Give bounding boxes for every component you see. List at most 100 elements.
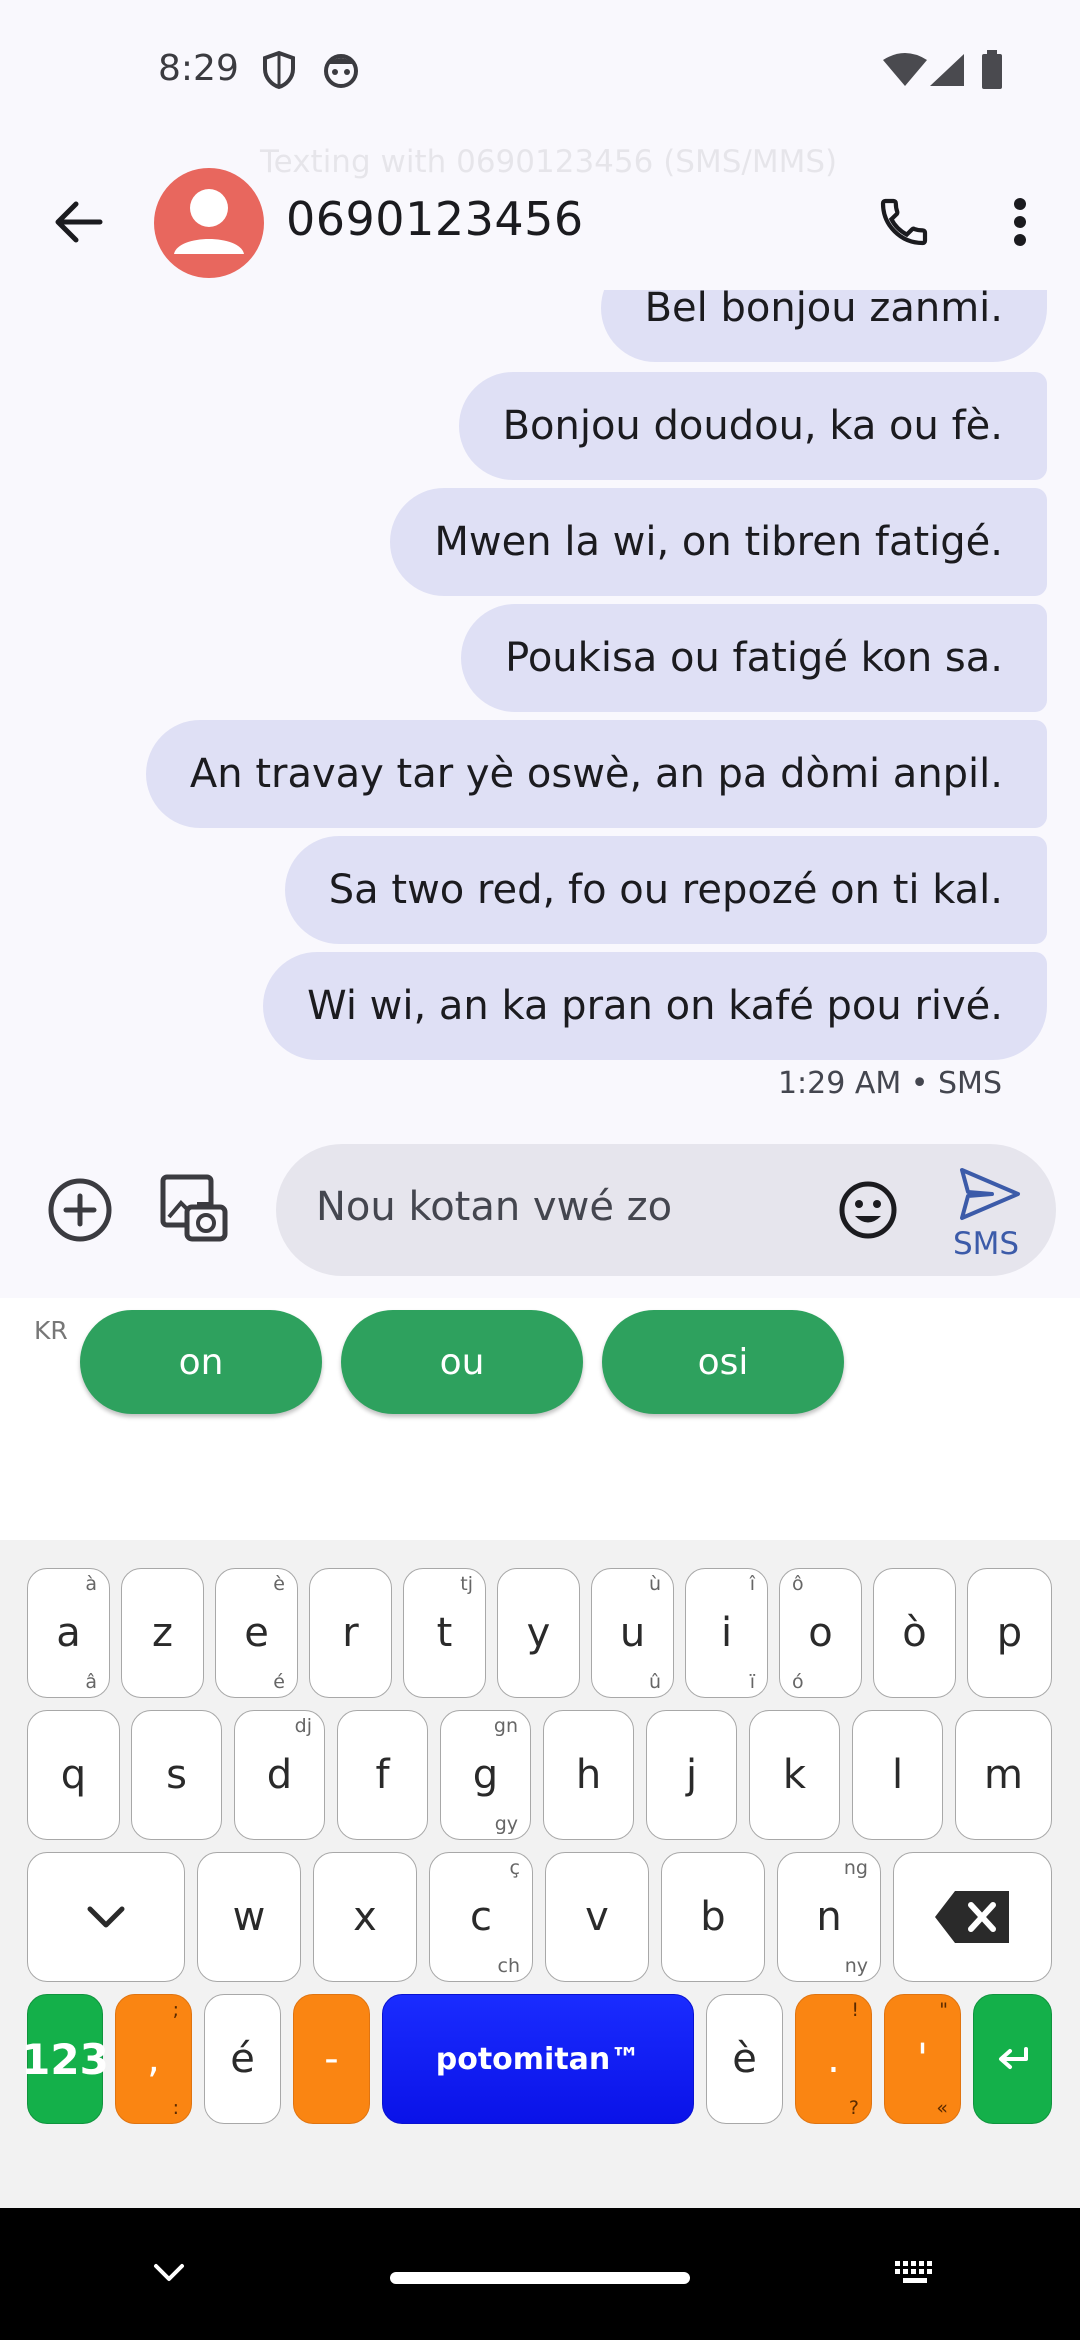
key-f[interactable]: f: [337, 1710, 428, 1840]
message-bubble[interactable]: Bonjou doudou, ka ou fè.: [458, 372, 1047, 480]
message-bubble[interactable]: Sa two red, fo ou repozé on ti kal.: [284, 836, 1047, 944]
key-r[interactable]: r: [309, 1568, 392, 1698]
key-label: .: [827, 2036, 840, 2082]
key-label: ': [917, 2036, 928, 2082]
key-m[interactable]: m: [955, 1710, 1052, 1840]
comma-key[interactable]: ,;:: [115, 1994, 192, 2124]
add-circle-icon: [48, 1178, 112, 1242]
key-d[interactable]: d dj: [234, 1710, 325, 1840]
key-label: j: [685, 1752, 698, 1798]
home-handle[interactable]: [390, 2272, 690, 2284]
key-o[interactable]: oô ó: [779, 1568, 862, 1698]
key-b[interactable]: b: [661, 1852, 765, 1982]
key-alt: é: [273, 1671, 285, 1693]
key-k[interactable]: k: [749, 1710, 840, 1840]
key-label: x: [353, 1894, 377, 1940]
period-key[interactable]: .!?: [795, 1994, 872, 2124]
key-a[interactable]: aà â: [27, 1568, 110, 1698]
backspace-key[interactable]: [893, 1852, 1052, 1982]
key-label: g: [472, 1752, 499, 1798]
back-button[interactable]: [40, 184, 116, 260]
key-l[interactable]: l: [852, 1710, 943, 1840]
key-label: f: [375, 1752, 390, 1798]
message-list[interactable]: Bel bonjou zanmi. Bonjou doudou, ka ou f…: [0, 290, 1080, 1120]
key-w[interactable]: w: [197, 1852, 301, 1982]
backspace-icon: [934, 1891, 1009, 1943]
chevron-down-icon: [87, 1906, 125, 1928]
message-bubble[interactable]: An travay tar yè oswè, an pa dòmi anpil.: [145, 720, 1047, 828]
gallery-button[interactable]: [154, 1168, 234, 1248]
message-timestamp: 1:29 AM • SMS: [777, 1066, 1002, 1101]
key-p[interactable]: p: [967, 1568, 1052, 1698]
key-g[interactable]: g gn gy: [440, 1710, 531, 1840]
status-bar: 8:29: [0, 0, 1080, 140]
attach-button[interactable]: [40, 1170, 120, 1250]
more-options-button[interactable]: [1000, 182, 1040, 262]
call-button[interactable]: [864, 182, 944, 262]
key-label: d: [266, 1752, 293, 1798]
space-label: potomitan™: [435, 2041, 641, 2077]
message-bubble[interactable]: Bel bonjou zanmi.: [600, 290, 1047, 362]
key-j[interactable]: j: [646, 1710, 737, 1840]
nav-back-button[interactable]: [144, 2248, 194, 2298]
key-v[interactable]: v: [545, 1852, 649, 1982]
message-bubble[interactable]: Wi wi, an ka pran on kafé pou rivé.: [263, 952, 1047, 1060]
key-alt: ô: [792, 1573, 804, 1595]
key-label: m: [984, 1752, 1023, 1798]
key-alt: û: [648, 1671, 661, 1693]
signal-icon: [928, 52, 966, 92]
key-u[interactable]: uù û: [591, 1568, 674, 1698]
nav-chevron-down-icon: [154, 2264, 184, 2281]
key-n[interactable]: n ng ny: [777, 1852, 881, 1982]
dash-key[interactable]: -: [293, 1994, 370, 2124]
gallery-icon: [160, 1174, 228, 1242]
key-c[interactable]: c ç ch: [429, 1852, 533, 1982]
status-time: 8:29: [158, 48, 239, 89]
key-e-grave[interactable]: è: [706, 1994, 783, 2124]
key-o-grave[interactable]: ò: [873, 1568, 956, 1698]
key-label: ò: [902, 1610, 927, 1656]
key-alt: !: [851, 1999, 859, 2021]
more-vert-icon: [1014, 198, 1026, 246]
key-x[interactable]: x: [313, 1852, 417, 1982]
key-label: p: [996, 1610, 1023, 1656]
key-t[interactable]: t tj: [403, 1568, 486, 1698]
avatar-icon: [174, 189, 244, 254]
key-alt: ny: [844, 1955, 868, 1977]
numbers-key[interactable]: 123: [21, 1994, 109, 2124]
suggestion-chip[interactable]: on: [80, 1310, 322, 1414]
emoji-button[interactable]: [832, 1174, 904, 1246]
key-h[interactable]: h: [543, 1710, 634, 1840]
navigation-bar: [0, 2208, 1080, 2340]
apostrophe-key[interactable]: ' " «: [884, 1994, 961, 2124]
suggestion-chip[interactable]: ou: [341, 1310, 583, 1414]
key-e[interactable]: eè é: [215, 1568, 298, 1698]
key-i[interactable]: iî ï: [685, 1568, 768, 1698]
message-input[interactable]: Nou kotan vwé zo SMS: [276, 1144, 1056, 1276]
back-arrow-icon: [55, 201, 103, 243]
shield-icon: [262, 50, 296, 94]
key-alt: tj: [460, 1573, 473, 1595]
space-key[interactable]: potomitan™: [382, 1994, 694, 2124]
hide-keyboard-key[interactable]: [27, 1852, 185, 1982]
key-label: é: [230, 2036, 255, 2082]
send-button[interactable]: SMS: [936, 1164, 1036, 1264]
enter-key[interactable]: [973, 1994, 1052, 2124]
keyboard-switch-button[interactable]: [886, 2248, 946, 2298]
key-q[interactable]: q: [27, 1710, 120, 1840]
key-z[interactable]: z: [121, 1568, 204, 1698]
message-bubble[interactable]: Mwen la wi, on tibren fatigé.: [390, 488, 1047, 596]
key-label: z: [152, 1610, 173, 1656]
key-e-acute[interactable]: é: [204, 1994, 281, 2124]
key-alt: ;: [172, 1999, 179, 2021]
suggestion-chip[interactable]: osi: [602, 1310, 844, 1414]
key-label: h: [575, 1752, 602, 1798]
key-label: v: [585, 1894, 609, 1940]
key-y[interactable]: y: [497, 1568, 580, 1698]
message-bubble[interactable]: Poukisa ou fatigé kon sa.: [461, 604, 1047, 712]
avatar[interactable]: [154, 168, 264, 278]
key-label: q: [60, 1752, 87, 1798]
app-bar: 0690123456: [0, 160, 1080, 290]
phone-icon: [880, 198, 928, 246]
key-s[interactable]: s: [131, 1710, 222, 1840]
